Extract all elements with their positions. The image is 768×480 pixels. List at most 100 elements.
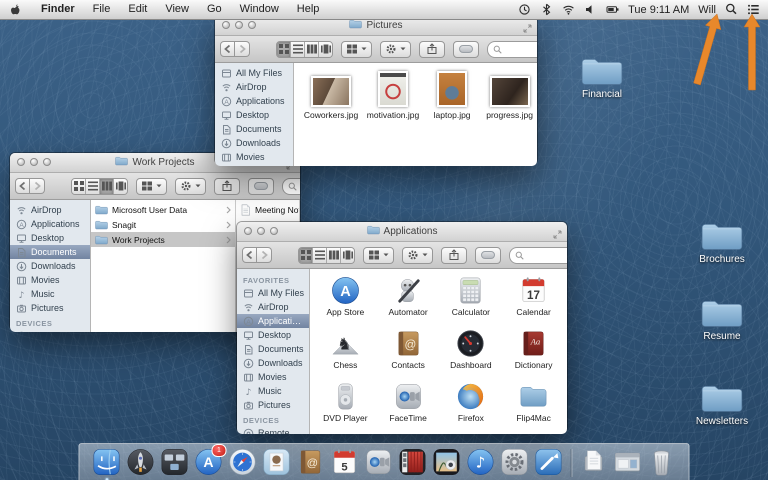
- apple-menu-icon[interactable]: [0, 3, 32, 17]
- edit-tags-button[interactable]: [475, 247, 501, 264]
- close-button[interactable]: [222, 21, 230, 29]
- sidebar-item-music[interactable]: ♪Music: [215, 164, 293, 166]
- app-item-facetime[interactable]: FaceTime: [377, 381, 440, 434]
- title-bar[interactable]: Applications: [237, 222, 567, 242]
- menu-go[interactable]: Go: [198, 0, 231, 19]
- file-item-motivation-jpg[interactable]: motivation.jpg: [368, 71, 418, 120]
- column-item-work-projects[interactable]: Work Projects: [91, 232, 235, 247]
- back-button[interactable]: [242, 247, 257, 263]
- share-button[interactable]: [214, 178, 240, 195]
- sidebar-item-desktop[interactable]: Desktop: [215, 108, 293, 122]
- edit-tags-button[interactable]: [453, 41, 479, 58]
- back-button[interactable]: [15, 178, 30, 194]
- action-menu-button[interactable]: [380, 41, 411, 58]
- desktop-folder-resume[interactable]: Resume: [694, 296, 750, 342]
- menu-edit[interactable]: Edit: [119, 0, 156, 19]
- clock-menu[interactable]: Tue 9:11 AM: [628, 4, 689, 16]
- search-input[interactable]: [527, 250, 567, 260]
- app-item-dictionary[interactable]: AaDictionary: [502, 328, 565, 381]
- dock-item-system-preferences[interactable]: [500, 447, 530, 477]
- sidebar-item-downloads[interactable]: Downloads: [237, 356, 309, 370]
- dock-item-itunes[interactable]: ♪: [466, 447, 496, 477]
- file-item-coworkers-jpg[interactable]: Coworkers.jpg: [306, 76, 356, 120]
- menu-help[interactable]: Help: [288, 0, 329, 19]
- sidebar-item-remote-disc[interactable]: Remote Disc: [10, 329, 90, 332]
- dock-item-calendar[interactable]: 5: [330, 447, 360, 477]
- column-item-meeting-notes[interactable]: Meeting Notes: [236, 202, 299, 217]
- forward-button[interactable]: [30, 178, 45, 194]
- file-item-progress-jpg[interactable]: progress.jpg: [486, 76, 533, 120]
- dock-item-safari[interactable]: [228, 447, 258, 477]
- list-view-button[interactable]: [290, 42, 304, 57]
- icon-view-button[interactable]: [277, 42, 290, 57]
- spotlight-search-icon[interactable]: [725, 3, 738, 16]
- dock-item-app-store[interactable]: A1: [194, 447, 224, 477]
- app-item-calculator[interactable]: Calculator: [440, 275, 503, 328]
- sidebar-item-applications[interactable]: AApplications: [215, 94, 293, 108]
- close-button[interactable]: [244, 227, 252, 235]
- sidebar-item-airdrop[interactable]: AirDrop: [215, 80, 293, 94]
- user-switch-menu[interactable]: Will: [698, 4, 716, 16]
- minimize-button[interactable]: [235, 21, 243, 29]
- sidebar-item-movies[interactable]: Movies: [215, 150, 293, 164]
- app-item-calendar[interactable]: 17Calendar: [502, 275, 565, 328]
- dock-item-finder[interactable]: [92, 447, 122, 477]
- sidebar-item-music[interactable]: ♪Music: [10, 287, 90, 301]
- dock-item-photo-booth[interactable]: [398, 447, 428, 477]
- app-item-automator[interactable]: Automator: [377, 275, 440, 328]
- search-field[interactable]: [487, 41, 537, 58]
- edit-tags-button[interactable]: [248, 178, 274, 195]
- column-view-button[interactable]: [326, 248, 340, 263]
- arrange-menu-button[interactable]: [341, 41, 372, 58]
- app-item-chess[interactable]: ♞Chess: [314, 328, 377, 381]
- dock-item-trash[interactable]: [647, 447, 677, 477]
- icon-view-button[interactable]: [299, 248, 312, 263]
- sidebar-item-airdrop[interactable]: AirDrop: [237, 300, 309, 314]
- app-item-firefox[interactable]: Firefox: [440, 381, 503, 434]
- minimize-button[interactable]: [30, 158, 38, 166]
- dock-item-contacts[interactable]: @: [296, 447, 326, 477]
- dock-item-document[interactable]: [579, 447, 609, 477]
- column-view-button[interactable]: [304, 42, 318, 57]
- column-view-button[interactable]: [99, 179, 113, 194]
- action-menu-button[interactable]: [402, 247, 433, 264]
- sidebar-item-movies[interactable]: Movies: [10, 273, 90, 287]
- search-field[interactable]: [509, 247, 567, 264]
- column-item-microsoft-user-data[interactable]: Microsoft User Data: [91, 202, 235, 217]
- app-item-contacts[interactable]: @Contacts: [377, 328, 440, 381]
- dock-item-minimized-window[interactable]: [613, 447, 643, 477]
- arrange-menu-button[interactable]: [136, 178, 167, 195]
- sidebar-item-remote-disc[interactable]: Remote Disc: [237, 426, 309, 434]
- dock-item-snagit[interactable]: [534, 447, 564, 477]
- fullscreen-icon[interactable]: [523, 20, 532, 38]
- file-item-laptop-jpg[interactable]: laptop.jpg: [430, 71, 474, 120]
- share-button[interactable]: [419, 41, 445, 58]
- desktop-folder-newsletters[interactable]: Newsletters: [688, 381, 756, 427]
- icon-view-button[interactable]: [72, 179, 85, 194]
- sidebar-item-movies[interactable]: Movies: [237, 370, 309, 384]
- sidebar-item-applications[interactable]: AApplications: [237, 314, 309, 328]
- desktop-folder-brochures[interactable]: Brochures: [694, 219, 750, 265]
- fullscreen-icon[interactable]: [553, 226, 562, 244]
- app-item-flip4mac[interactable]: Flip4Mac: [502, 381, 565, 434]
- search-field[interactable]: [282, 178, 300, 195]
- sidebar-item-music[interactable]: ♪Music: [237, 384, 309, 398]
- sidebar-item-pictures[interactable]: Pictures: [10, 301, 90, 315]
- dock-item-launchpad[interactable]: [126, 447, 156, 477]
- menu-finder[interactable]: Finder: [32, 0, 84, 19]
- app-item-app-store[interactable]: AApp Store: [314, 275, 377, 328]
- sidebar-item-all-my-files[interactable]: All My Files: [237, 286, 309, 300]
- forward-button[interactable]: [235, 41, 250, 57]
- close-button[interactable]: [17, 158, 25, 166]
- action-menu-button[interactable]: [175, 178, 206, 195]
- search-input[interactable]: [505, 44, 537, 54]
- app-item-dashboard[interactable]: Dashboard: [440, 328, 503, 381]
- list-view-button[interactable]: [85, 179, 99, 194]
- coverflow-view-button[interactable]: [318, 42, 332, 57]
- share-button[interactable]: [441, 247, 467, 264]
- sidebar-item-desktop[interactable]: Desktop: [10, 231, 90, 245]
- sidebar-item-all-my-files[interactable]: All My Files: [215, 66, 293, 80]
- dock-item-facetime[interactable]: [364, 447, 394, 477]
- wifi-icon[interactable]: [562, 3, 575, 16]
- menu-window[interactable]: Window: [231, 0, 288, 19]
